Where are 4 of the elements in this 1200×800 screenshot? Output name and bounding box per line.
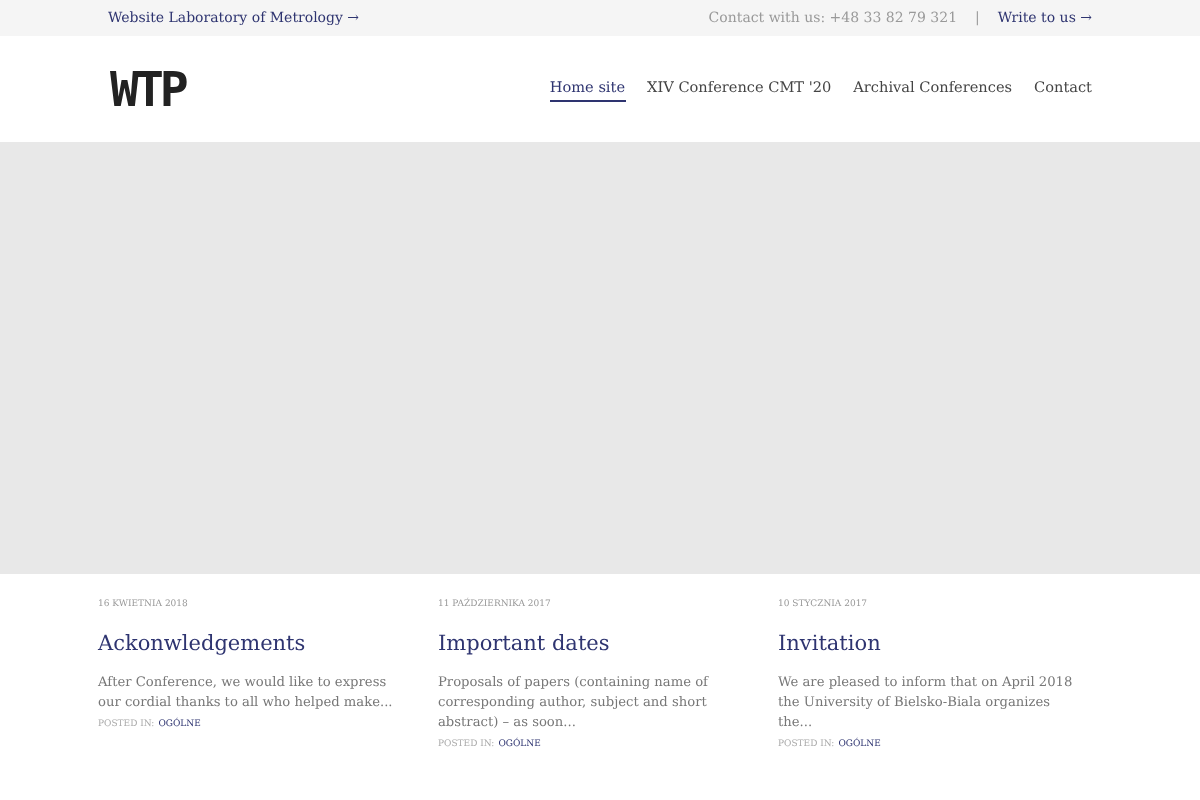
post-title[interactable]: Important dates [438, 632, 742, 656]
post-title[interactable]: Ackonwledgements [98, 632, 402, 656]
post-title[interactable]: Invitation [778, 632, 1082, 656]
site-logo[interactable]: WTP [110, 61, 185, 117]
